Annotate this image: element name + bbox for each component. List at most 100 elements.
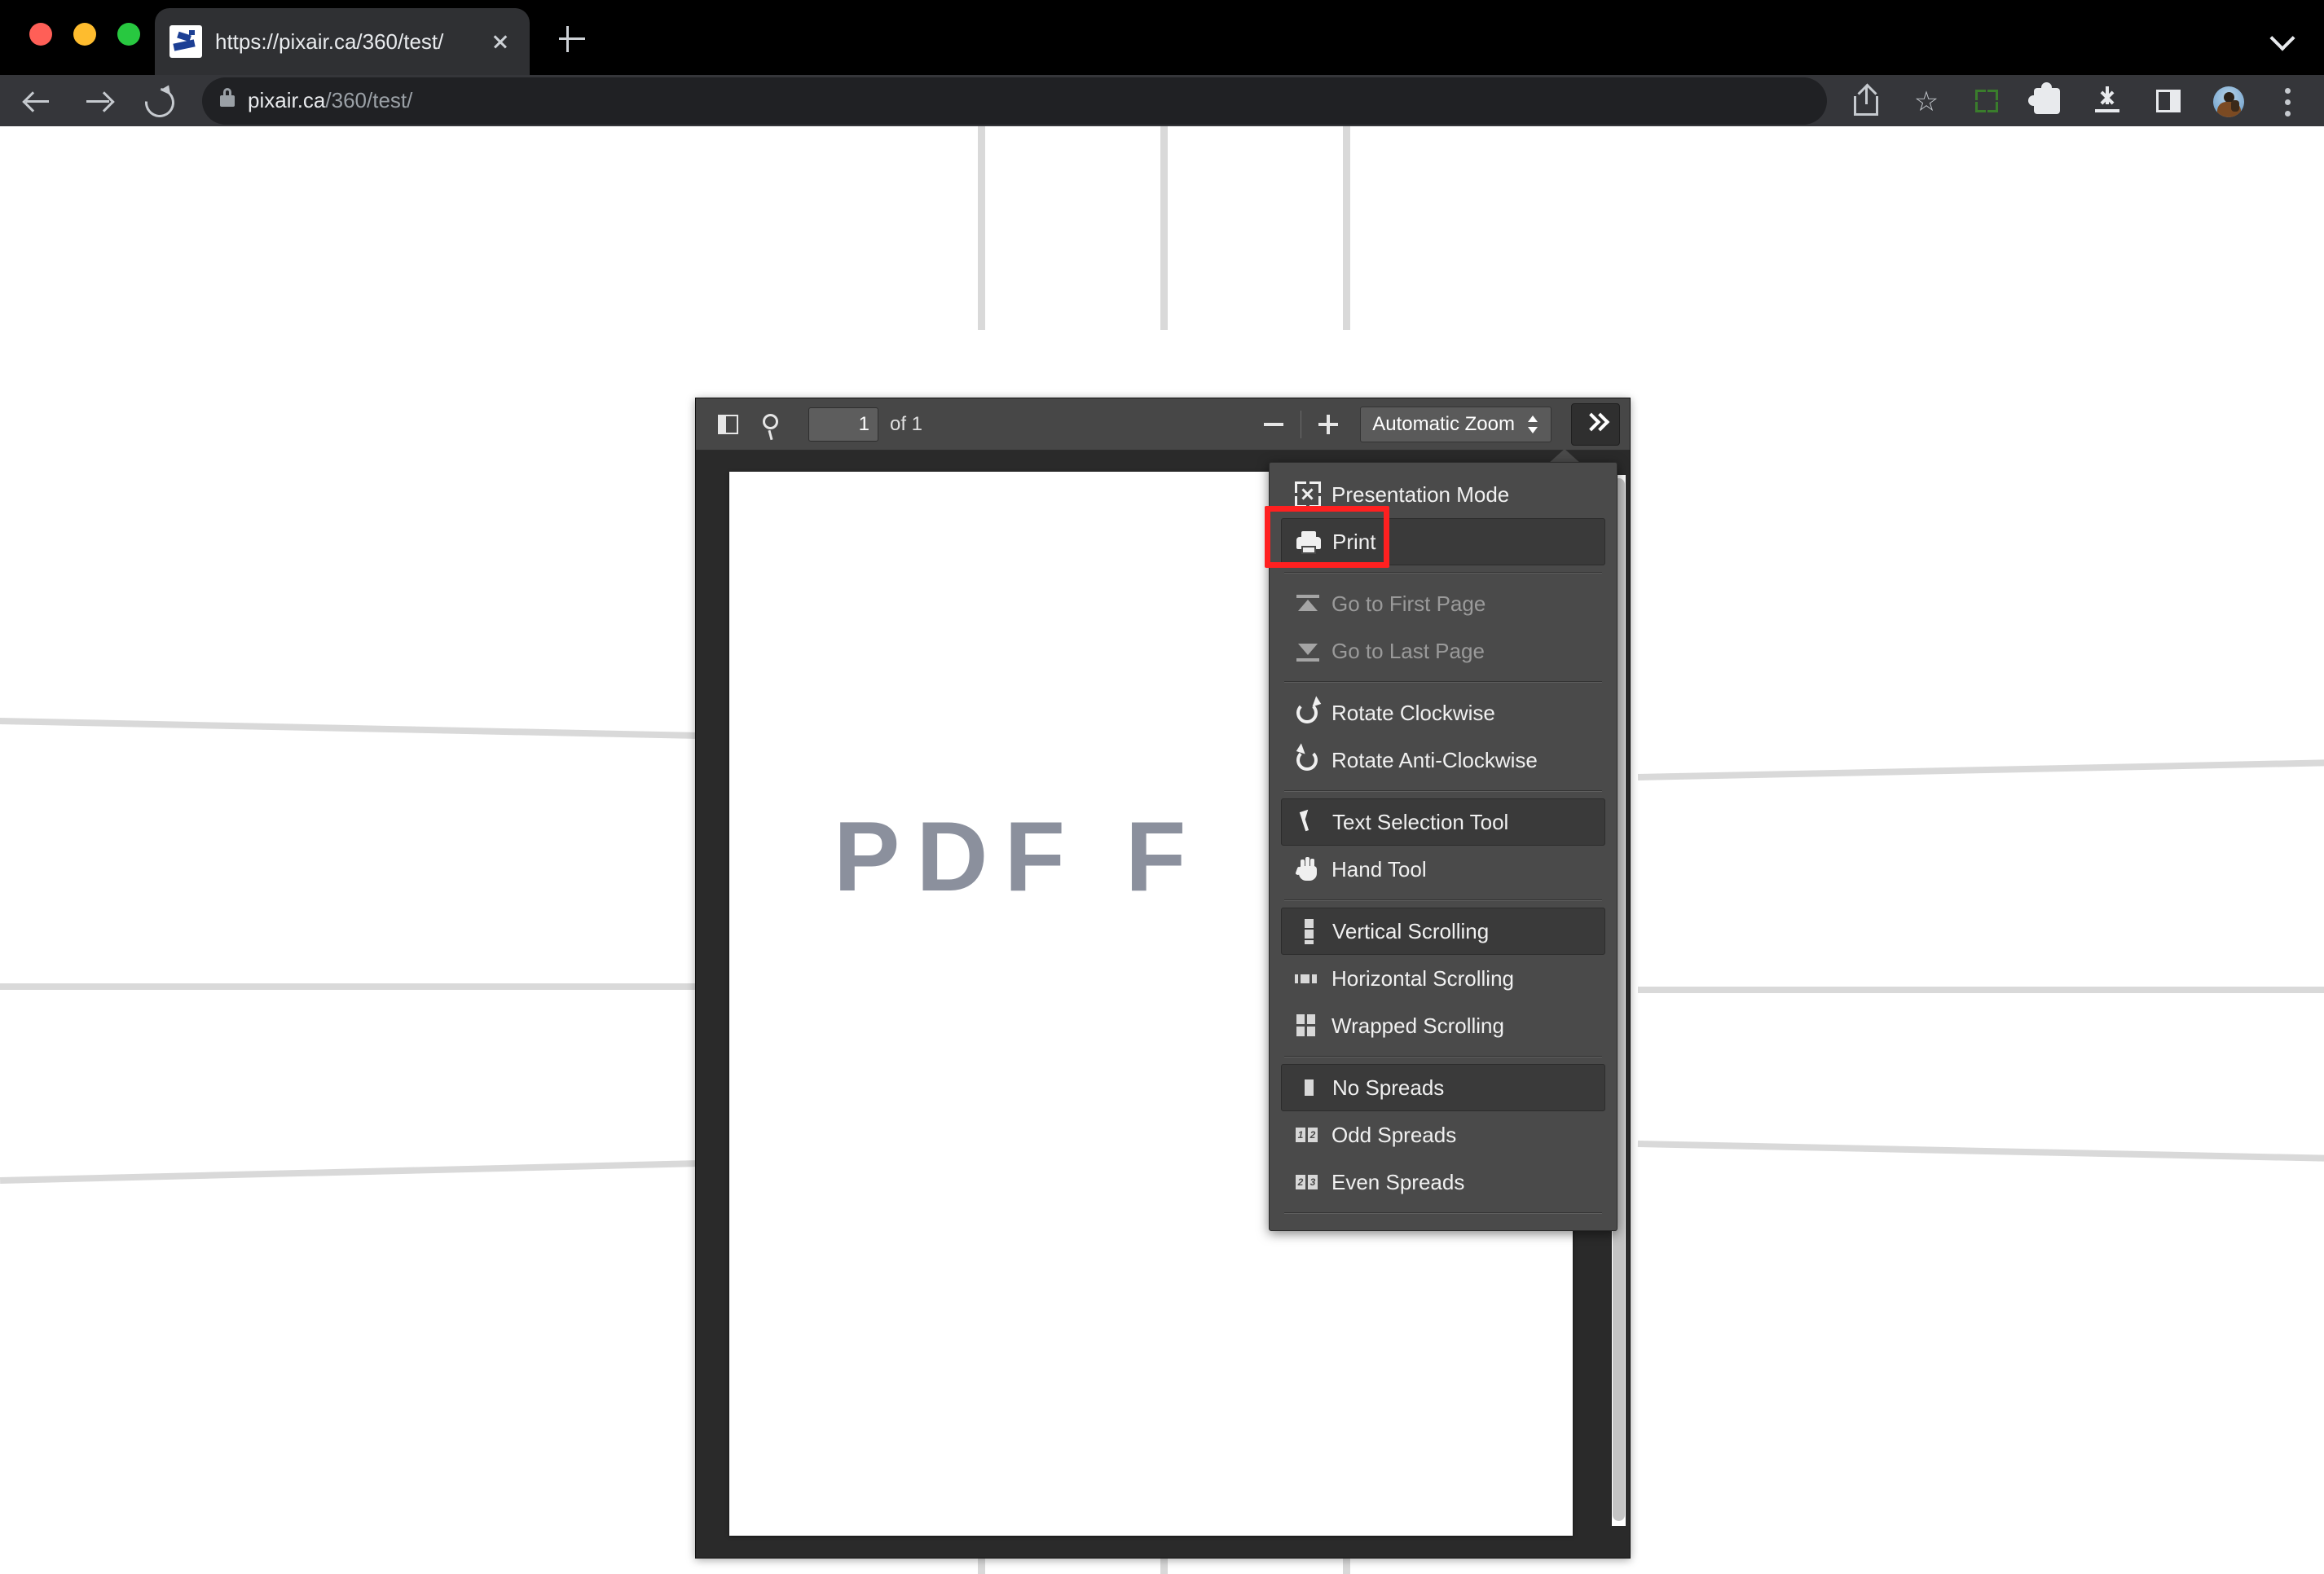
downloads-icon[interactable]	[2086, 80, 2128, 122]
print-icon	[1295, 528, 1323, 556]
browser-chrome: https://pixair.ca/360/test/ pixair.ca/36…	[0, 0, 2324, 126]
menu-item-even-spreads[interactable]: 2 3 Even Spreads	[1281, 1159, 1605, 1206]
browser-tab[interactable]: https://pixair.ca/360/test/	[155, 8, 530, 75]
even-spreads-icon: 2 3	[1294, 1168, 1322, 1196]
panorama-line	[1637, 1141, 2324, 1162]
zoom-in-button[interactable]	[1309, 406, 1347, 443]
menu-item-label: Text Selection Tool	[1332, 809, 1509, 834]
menu-item-label: Odd Spreads	[1331, 1122, 1457, 1147]
side-panel-icon[interactable]	[2146, 80, 2189, 122]
pdf-secondary-toolbar-menu: Presentation Mode Print Go to First Page…	[1269, 462, 1618, 1231]
close-window-button[interactable]	[29, 23, 52, 46]
menu-item-label: Rotate Anti-Clockwise	[1331, 747, 1538, 772]
menu-item-label: Even Spreads	[1331, 1169, 1465, 1194]
address-bar[interactable]: pixair.ca/360/test/	[202, 77, 1827, 125]
menu-item-label: Print	[1332, 529, 1376, 554]
chrome-menu-kebab-icon[interactable]	[2267, 80, 2309, 122]
pdf-watermark-text: PDF F	[834, 801, 1203, 912]
toggle-sidebar-icon[interactable]	[708, 405, 747, 444]
reload-icon[interactable]	[135, 78, 181, 124]
lock-icon	[220, 87, 235, 107]
menu-item-rotate-clockwise[interactable]: Rotate Clockwise	[1281, 689, 1605, 736]
fullscreen-icon[interactable]	[1965, 80, 2008, 122]
menu-item-vertical-scrolling[interactable]: Vertical Scrolling	[1281, 908, 1605, 955]
menu-item-odd-spreads[interactable]: 1 2 Odd Spreads	[1281, 1111, 1605, 1159]
menu-item-presentation-mode[interactable]: Presentation Mode	[1281, 471, 1605, 518]
double-chevron-right-icon[interactable]	[1571, 402, 1620, 446]
plus-icon[interactable]	[554, 21, 590, 57]
menu-item-label: Horizontal Scrolling	[1331, 965, 1514, 991]
close-icon[interactable]	[486, 27, 515, 56]
extensions-puzzle-icon[interactable]	[2026, 80, 2068, 122]
rotate-anti-clockwise-icon	[1294, 743, 1322, 774]
arrow-left-icon[interactable]	[15, 78, 60, 124]
menu-divider	[1284, 899, 1602, 901]
menu-item-label: Presentation Mode	[1331, 481, 1510, 507]
vertical-scrolling-icon	[1295, 917, 1323, 945]
menu-item-label: Go to Last Page	[1331, 638, 1485, 663]
menu-item-label: Vertical Scrolling	[1332, 918, 1490, 943]
toolbar-actions: ☆	[1827, 80, 2324, 122]
chevron-updown-icon	[1526, 414, 1539, 435]
star-glyph: ☆	[1913, 86, 1939, 117]
page-count-label: of 1	[890, 412, 923, 435]
spread-badge-a: 2	[1296, 1175, 1305, 1189]
url-path: /360/test/	[325, 88, 413, 112]
text-selection-cursor-icon	[1295, 808, 1323, 836]
menu-item-wrapped-scrolling[interactable]: Wrapped Scrolling	[1281, 1002, 1605, 1049]
zoom-out-button[interactable]	[1255, 406, 1292, 443]
profile-avatar[interactable]	[2207, 80, 2249, 122]
menu-item-go-to-last-page[interactable]: Go to Last Page	[1281, 627, 1605, 675]
url-host: pixair.ca	[248, 88, 326, 112]
spread-badge-b: 3	[1308, 1175, 1318, 1189]
browser-toolbar: pixair.ca/360/test/ ☆	[0, 75, 2324, 126]
menu-item-label: No Spreads	[1332, 1075, 1445, 1100]
menu-item-print[interactable]: Print	[1281, 518, 1605, 565]
menu-divider	[1284, 1212, 1602, 1214]
search-icon[interactable]	[752, 405, 791, 444]
minimize-window-button[interactable]	[73, 23, 96, 46]
menu-item-text-selection-tool[interactable]: Text Selection Tool	[1281, 798, 1605, 846]
arrow-right-icon[interactable]	[75, 78, 121, 124]
menu-divider	[1284, 1056, 1602, 1057]
page-content: 1 of 1 Automatic Zoom PDF F Presentation…	[0, 126, 2324, 1574]
go-to-first-page-icon	[1294, 590, 1322, 618]
go-to-last-page-icon	[1294, 637, 1322, 665]
presentation-mode-icon	[1294, 481, 1322, 508]
menu-item-horizontal-scrolling[interactable]: Horizontal Scrolling	[1281, 955, 1605, 1002]
tab-strip: https://pixair.ca/360/test/	[0, 0, 2324, 75]
spread-badge-b: 2	[1308, 1128, 1318, 1142]
page-number-input[interactable]: 1	[808, 407, 878, 442]
window-traffic-lights	[29, 23, 140, 46]
share-icon[interactable]	[1845, 80, 1887, 122]
no-spreads-icon	[1295, 1074, 1323, 1101]
wrapped-scrolling-icon	[1294, 1012, 1322, 1040]
menu-item-label: Go to First Page	[1331, 591, 1486, 616]
zoom-level-label: Automatic Zoom	[1372, 412, 1515, 435]
panorama-line	[1343, 126, 1350, 330]
pdf-toolbar: 1 of 1 Automatic Zoom	[696, 398, 1630, 451]
rotate-clockwise-icon	[1294, 696, 1323, 727]
menu-divider	[1284, 790, 1602, 792]
menu-item-label: Wrapped Scrolling	[1331, 1013, 1504, 1038]
url-text: pixair.ca/360/test/	[248, 88, 412, 113]
panorama-line	[1638, 759, 2324, 780]
panorama-line	[1160, 126, 1168, 330]
chevron-down-icon[interactable]	[2269, 25, 2301, 51]
horizontal-scrolling-icon	[1294, 965, 1322, 992]
menu-divider	[1284, 572, 1602, 574]
bookmark-star-icon[interactable]: ☆	[1905, 80, 1948, 122]
menu-item-rotate-anti-clockwise[interactable]: Rotate Anti-Clockwise	[1281, 736, 1605, 784]
zoom-level-select[interactable]: Automatic Zoom	[1360, 406, 1552, 442]
menu-item-label: Hand Tool	[1331, 856, 1427, 882]
maximize-window-button[interactable]	[117, 23, 140, 46]
panorama-line	[978, 126, 985, 330]
menu-item-no-spreads[interactable]: No Spreads	[1281, 1064, 1605, 1111]
site-favicon	[169, 25, 202, 58]
odd-spreads-icon: 1 2	[1294, 1121, 1322, 1149]
menu-item-go-to-first-page[interactable]: Go to First Page	[1281, 580, 1605, 627]
menu-item-hand-tool[interactable]: Hand Tool	[1281, 846, 1605, 893]
hand-tool-icon	[1294, 855, 1322, 883]
menu-item-label: Rotate Clockwise	[1331, 700, 1495, 725]
spread-badge-a: 1	[1296, 1128, 1305, 1142]
